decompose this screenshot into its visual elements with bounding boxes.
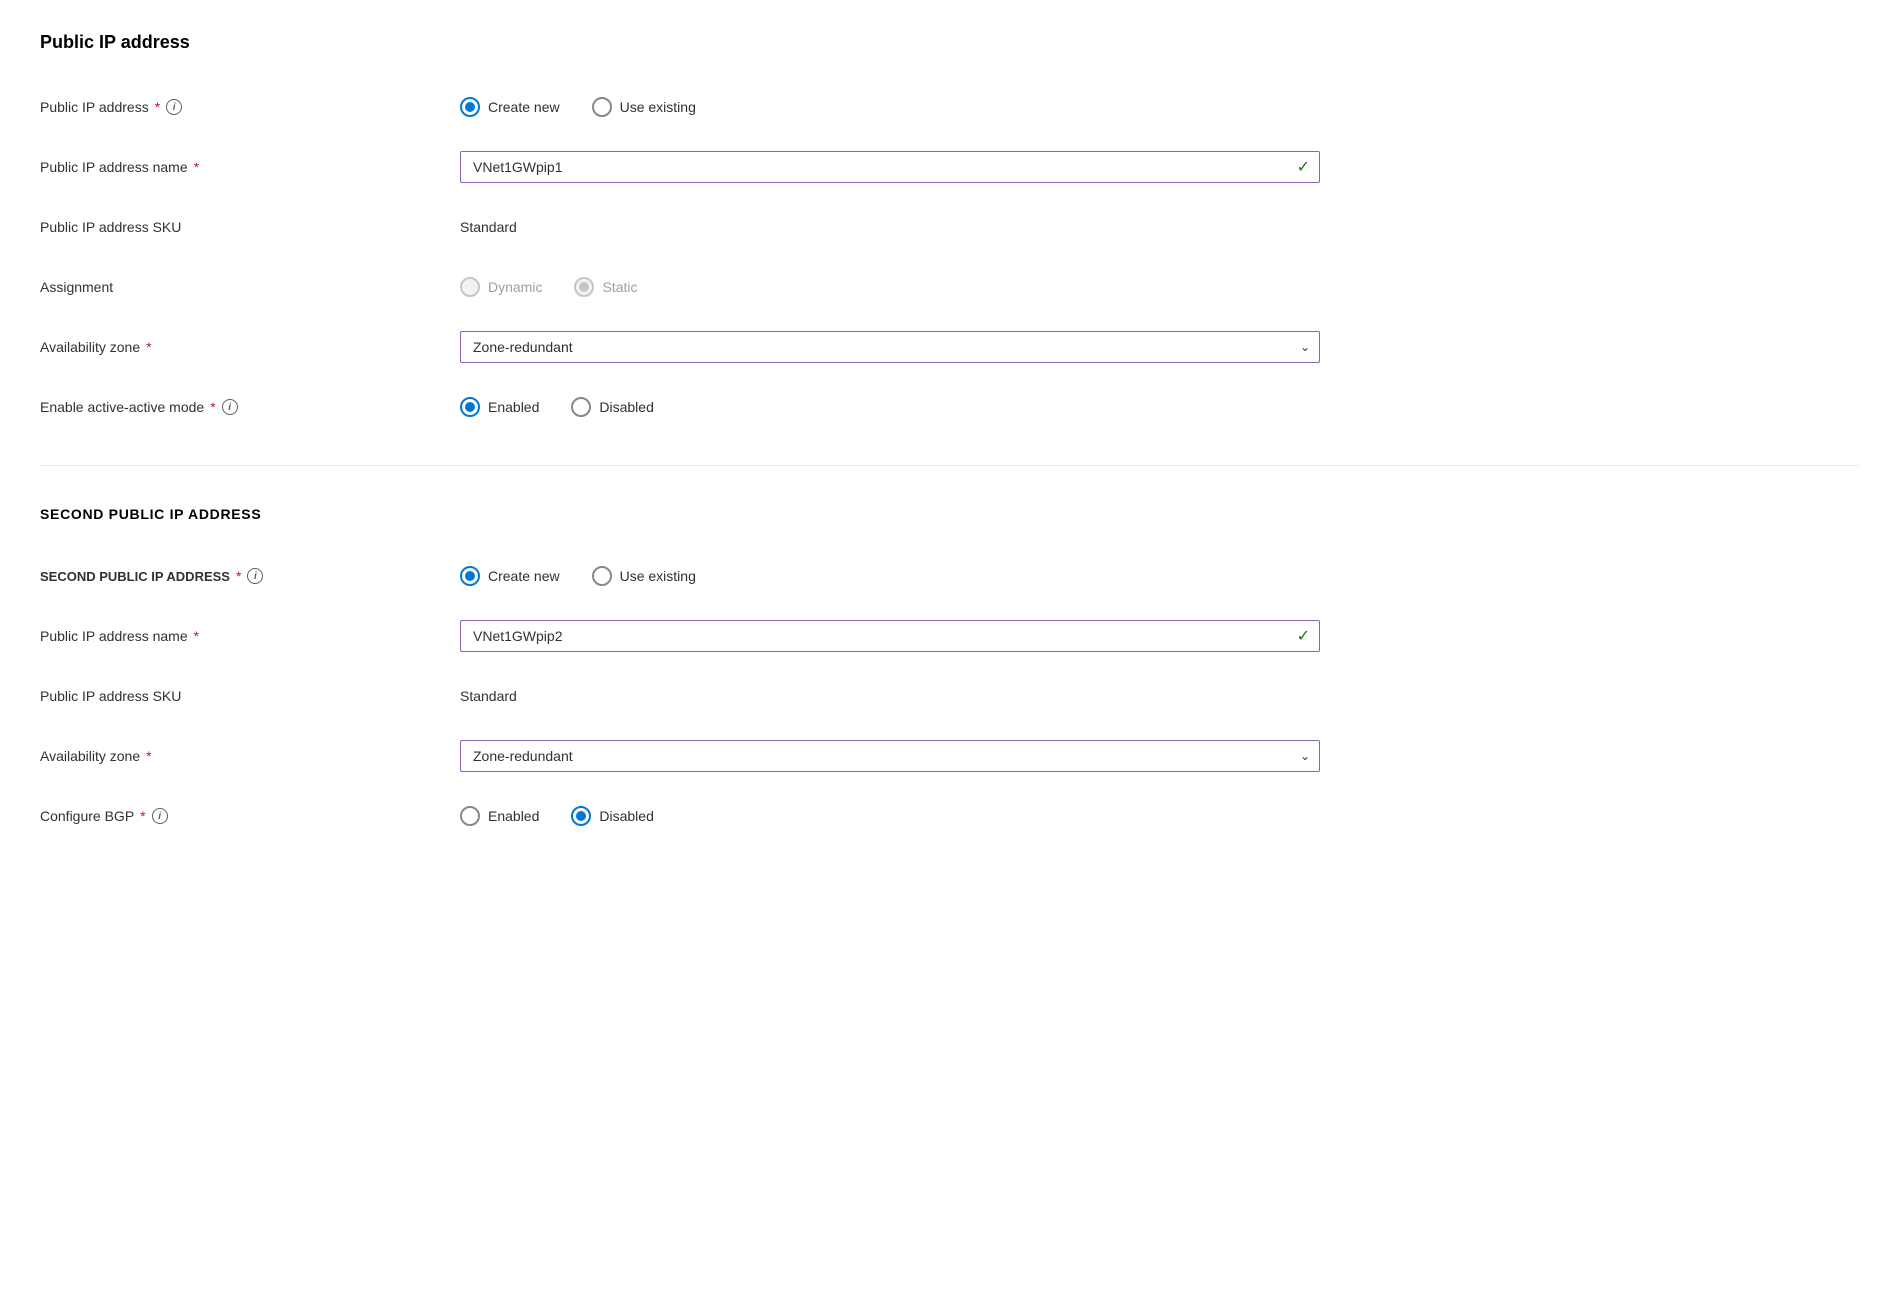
- pip-sku-label: Public IP address SKU: [40, 219, 460, 235]
- required-star: *: [146, 748, 151, 764]
- info-icon[interactable]: i: [152, 808, 168, 824]
- second-pip-radio-group: Create new Use existing: [460, 566, 1320, 586]
- second-pip-sku-row: Public IP address SKU Standard: [40, 670, 1859, 722]
- second-pip-sku-text: Standard: [460, 688, 517, 704]
- availability-zone-label: Availability zone *: [40, 339, 460, 355]
- second-pip-sku-value: Standard: [460, 688, 1320, 704]
- info-icon[interactable]: i: [222, 399, 238, 415]
- create-new-radio-circle: [460, 97, 480, 117]
- second-valid-check-icon: ✓: [1297, 626, 1310, 646]
- second-pip-address-row: SECOND PUBLIC IP ADDRESS * i Create new …: [40, 550, 1859, 602]
- configure-bgp-label: Configure BGP * i: [40, 808, 460, 824]
- required-star: *: [210, 399, 215, 415]
- dynamic-radio: Dynamic: [460, 277, 542, 297]
- second-pip-name-input[interactable]: [460, 620, 1320, 652]
- second-pip-address-label: SECOND PUBLIC IP ADDRESS * i: [40, 568, 460, 584]
- second-pip-name-control: ✓: [460, 620, 1320, 652]
- second-create-new-label: Create new: [488, 568, 560, 584]
- second-create-new-circle: [460, 566, 480, 586]
- second-section-header: SECOND PUBLIC IP ADDRESS: [40, 506, 1859, 522]
- info-icon[interactable]: i: [166, 99, 182, 115]
- required-star: *: [194, 159, 199, 175]
- static-label: Static: [602, 279, 637, 295]
- second-availability-zone-dropdown[interactable]: Zone-redundant 1 2 3 No Zone: [460, 740, 1320, 772]
- dynamic-radio-circle: [460, 277, 480, 297]
- use-existing-radio-circle: [592, 97, 612, 117]
- pip-name-control: ✓: [460, 151, 1320, 183]
- pip-sku-text: Standard: [460, 219, 517, 235]
- public-ip-address-row: Public IP address * i Create new Use exi…: [40, 81, 1859, 133]
- first-section: Public IP address Public IP address * i …: [40, 32, 1859, 433]
- configure-bgp-row: Configure BGP * i Enabled Disabled: [40, 790, 1859, 842]
- public-ip-address-label: Public IP address * i: [40, 99, 460, 115]
- active-active-enabled-radio[interactable]: Enabled: [460, 397, 539, 417]
- bgp-disabled-label: Disabled: [599, 808, 653, 824]
- second-create-new-radio[interactable]: Create new: [460, 566, 560, 586]
- active-active-disabled-circle: [571, 397, 591, 417]
- static-radio: Static: [574, 277, 637, 297]
- second-pip-name-label: Public IP address name *: [40, 628, 460, 644]
- pip-sku-row: Public IP address SKU Standard: [40, 201, 1859, 253]
- configure-bgp-radio-group: Enabled Disabled: [460, 806, 1320, 826]
- dynamic-label: Dynamic: [488, 279, 542, 295]
- availability-zone-dropdown-wrapper: Zone-redundant 1 2 3 No Zone ⌄: [460, 331, 1320, 363]
- pip-name-row: Public IP address name * ✓: [40, 141, 1859, 193]
- second-pip-name-row: Public IP address name * ✓: [40, 610, 1859, 662]
- availability-zone-row: Availability zone * Zone-redundant 1 2 3…: [40, 321, 1859, 373]
- assignment-radio-group: Dynamic Static: [460, 277, 1320, 297]
- assignment-row: Assignment Dynamic Static: [40, 261, 1859, 313]
- create-new-radio[interactable]: Create new: [460, 97, 560, 117]
- active-active-disabled-radio[interactable]: Disabled: [571, 397, 653, 417]
- bgp-disabled-radio[interactable]: Disabled: [571, 806, 653, 826]
- static-radio-circle: [574, 277, 594, 297]
- pip-name-input[interactable]: [460, 151, 1320, 183]
- create-new-label: Create new: [488, 99, 560, 115]
- assignment-label: Assignment: [40, 279, 460, 295]
- second-availability-zone-control: Zone-redundant 1 2 3 No Zone ⌄: [460, 740, 1320, 772]
- availability-zone-control: Zone-redundant 1 2 3 No Zone ⌄: [460, 331, 1320, 363]
- valid-check-icon: ✓: [1297, 157, 1310, 177]
- active-active-mode-row: Enable active-active mode * i Enabled Di…: [40, 381, 1859, 433]
- active-active-disabled-label: Disabled: [599, 399, 653, 415]
- use-existing-radio[interactable]: Use existing: [592, 97, 696, 117]
- second-section-title: SECOND PUBLIC IP ADDRESS: [40, 506, 1859, 522]
- pip-name-label: Public IP address name *: [40, 159, 460, 175]
- second-availability-zone-label: Availability zone *: [40, 748, 460, 764]
- bgp-disabled-circle: [571, 806, 591, 826]
- bgp-enabled-circle: [460, 806, 480, 826]
- required-star: *: [236, 568, 241, 584]
- active-active-enabled-circle: [460, 397, 480, 417]
- second-pip-name-input-wrapper: ✓: [460, 620, 1320, 652]
- second-section: SECOND PUBLIC IP ADDRESS SECOND PUBLIC I…: [40, 506, 1859, 842]
- info-icon[interactable]: i: [247, 568, 263, 584]
- second-availability-zone-row: Availability zone * Zone-redundant 1 2 3…: [40, 730, 1859, 782]
- required-star: *: [140, 808, 145, 824]
- availability-zone-dropdown[interactable]: Zone-redundant 1 2 3 No Zone: [460, 331, 1320, 363]
- second-use-existing-label: Use existing: [620, 568, 696, 584]
- second-availability-zone-dropdown-wrapper: Zone-redundant 1 2 3 No Zone ⌄: [460, 740, 1320, 772]
- required-star: *: [146, 339, 151, 355]
- second-use-existing-radio[interactable]: Use existing: [592, 566, 696, 586]
- required-star: *: [194, 628, 199, 644]
- second-pip-sku-label: Public IP address SKU: [40, 688, 460, 704]
- public-ip-radio-group: Create new Use existing: [460, 97, 1320, 117]
- required-star: *: [155, 99, 160, 115]
- section-divider: [40, 465, 1859, 466]
- use-existing-label: Use existing: [620, 99, 696, 115]
- active-active-mode-label: Enable active-active mode * i: [40, 399, 460, 415]
- second-use-existing-circle: [592, 566, 612, 586]
- bgp-enabled-radio[interactable]: Enabled: [460, 806, 539, 826]
- bgp-enabled-label: Enabled: [488, 808, 539, 824]
- first-section-title: Public IP address: [40, 32, 1859, 53]
- active-active-enabled-label: Enabled: [488, 399, 539, 415]
- pip-name-input-wrapper: ✓: [460, 151, 1320, 183]
- pip-sku-value: Standard: [460, 219, 1320, 235]
- active-active-radio-group: Enabled Disabled: [460, 397, 1320, 417]
